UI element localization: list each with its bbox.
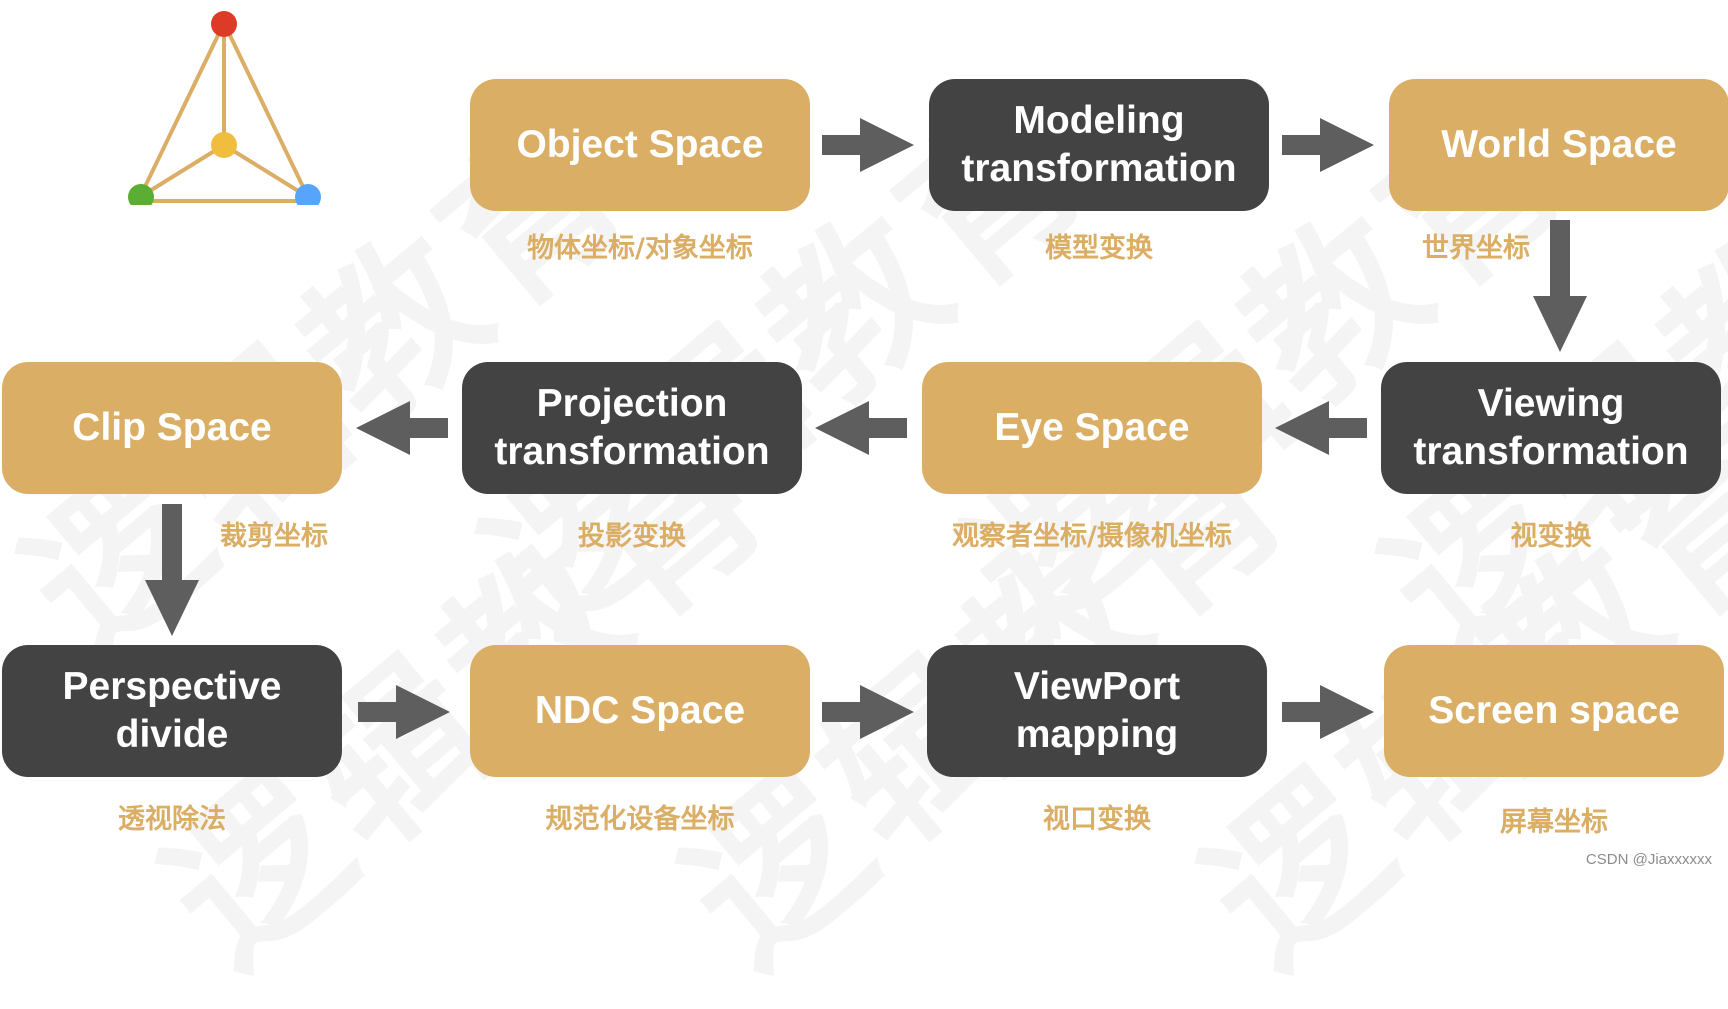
node-label: Modeling transformation (961, 99, 1237, 190)
node-object-space: Object Space (470, 79, 810, 211)
arrow-left-icon (815, 401, 907, 455)
caption-perspective-divide: 透视除法 (118, 804, 226, 835)
arrow-down-icon (145, 504, 199, 636)
node-viewing-transformation: Viewing transformation (1381, 362, 1721, 494)
node-label: Clip Space (72, 406, 272, 449)
caption-eye-space: 观察者坐标/摄像机坐标 (952, 521, 1232, 552)
caption-ndc-space: 规范化设备坐标 (545, 804, 735, 835)
node-modeling-transformation: Modeling transformation (929, 79, 1269, 211)
caption-object-space: 物体坐标/对象坐标 (527, 233, 753, 264)
node-clip-space: Clip Space (2, 362, 342, 494)
node-label: Object Space (516, 123, 764, 166)
node-label: Viewing transformation (1413, 382, 1689, 473)
node-eye-space: Eye Space (922, 362, 1262, 494)
caption-viewing-transformation: 视变换 (1510, 521, 1592, 552)
node-world-space: World Space (1389, 79, 1728, 211)
caption-clip-space: 裁剪坐标 (220, 521, 328, 552)
caption-modeling-transformation: 模型变换 (1045, 233, 1153, 264)
arrow-right-icon (1282, 685, 1374, 739)
arrow-down-icon (1533, 220, 1587, 352)
node-projection-transformation: Projection transformation (462, 362, 802, 494)
arrow-left-icon (1275, 401, 1367, 455)
node-viewport-mapping: ViewPort mapping (927, 645, 1267, 777)
node-label: Eye Space (994, 406, 1190, 449)
footer-credit: CSDN @Jiaxxxxxx (1585, 851, 1712, 868)
vertex-right (295, 184, 321, 205)
node-ndc-space: NDC Space (470, 645, 810, 777)
arrow-left-icon (356, 401, 448, 455)
vertex-top (211, 11, 237, 37)
vertex-center (211, 132, 237, 158)
node-label: World Space (1441, 123, 1677, 166)
arrow-right-icon (822, 685, 914, 739)
caption-viewport-mapping: 视口变换 (1043, 804, 1151, 835)
arrow-right-icon (1282, 118, 1374, 172)
node-label: Screen space (1428, 689, 1680, 732)
node-label: Perspective divide (62, 665, 282, 756)
node-label: NDC Space (534, 689, 746, 732)
caption-projection-transformation: 投影变换 (578, 521, 686, 552)
caption-world-space: 世界坐标 (1422, 233, 1530, 264)
vertex-left (128, 184, 154, 205)
node-screen-space: Screen space (1384, 645, 1724, 777)
arrow-right-icon (358, 685, 450, 739)
node-label: ViewPort mapping (1013, 665, 1181, 756)
caption-screen-space: 屏幕坐标 (1500, 807, 1608, 838)
node-label: Projection transformation (494, 382, 770, 473)
node-perspective-divide: Perspective divide (2, 645, 342, 777)
arrow-right-icon (822, 118, 914, 172)
tetrahedron-icon (128, 11, 321, 205)
